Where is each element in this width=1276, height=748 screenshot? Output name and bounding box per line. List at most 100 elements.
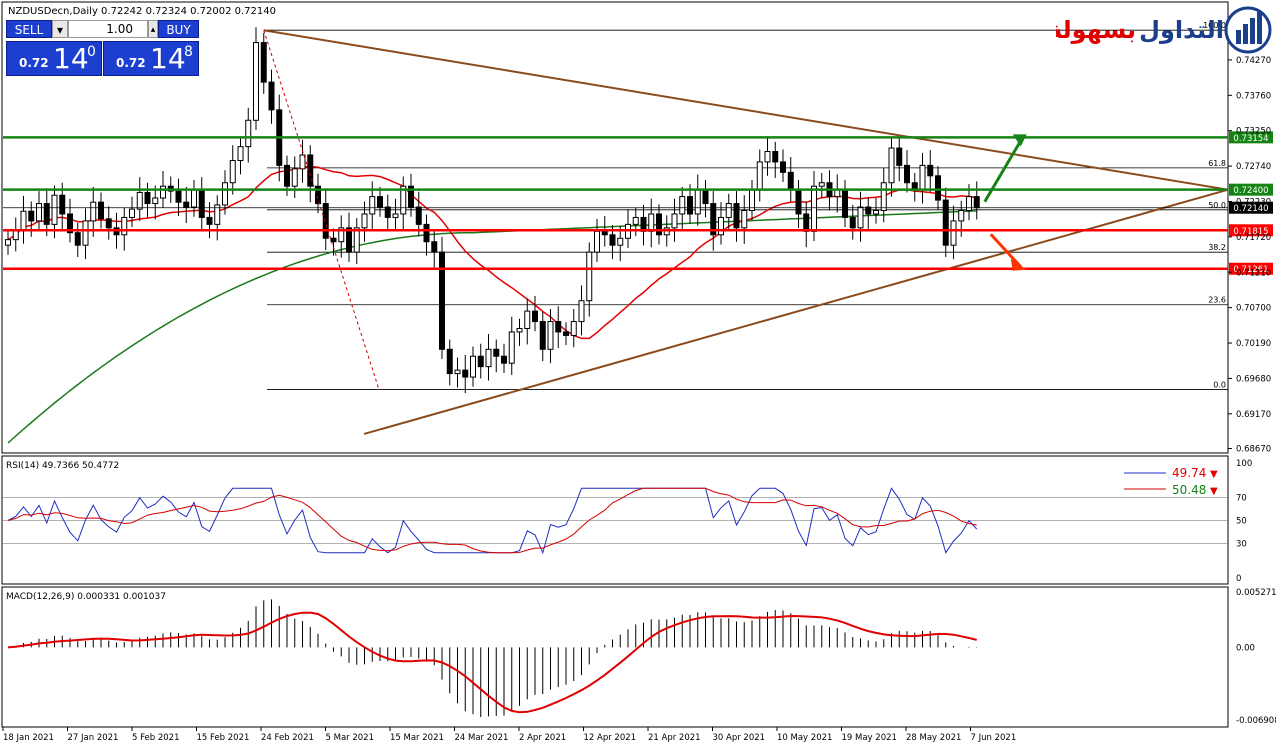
rsi-axis-label: 70 [1236,494,1247,504]
candle-bear [687,196,693,215]
candle-bull [586,251,593,302]
candle-bull [648,213,655,232]
time-tick-label: 15 Feb 2021 [197,733,250,743]
candle-bull [392,213,399,218]
candle-bear [942,199,949,246]
lot-increase-button[interactable]: ▴ [148,20,158,38]
rsi-axis-label: 100 [1236,459,1252,469]
macd-axis-label: -0.006908 [1236,716,1276,726]
candle-bear [105,218,112,229]
sell-price-box[interactable]: 0.72 14 0 [6,41,102,76]
candle-bear [183,201,190,208]
time-tick-label: 18 Jan 2021 [3,733,54,743]
candle-bear [563,331,569,336]
lot-decrease-button[interactable]: ▾ [52,20,68,38]
candle-bull [958,209,965,222]
candle-bull [570,321,577,336]
candle-bull [508,331,515,364]
price-tick-label: 0.73760 [1236,91,1271,101]
candle-bear [423,223,430,243]
candle-bull [51,194,58,225]
buy-price-pips: 14 [150,42,186,75]
candle-bull [237,146,244,162]
fib-label: 0.0 [1213,381,1226,390]
price-tick-label: 0.73250 [1236,127,1271,137]
candle-bull [152,197,159,205]
chart-canvas[interactable]: 100.061.850.038.223.60.0 0.731540.724000… [0,0,1276,748]
lot-size-value: 1.00 [106,22,133,36]
candle-bull [191,189,197,208]
candle-bull [229,160,236,184]
candle-bull [966,196,972,211]
candle-bear [780,161,786,173]
candle-bull [617,237,624,246]
price-tick-label: 0.70190 [1236,339,1271,349]
candle-bear [260,42,267,83]
candle-bull [516,327,523,333]
candle-bear [330,237,337,243]
candle-bull [160,185,166,199]
candle-bear [896,147,903,166]
candle-bear [935,175,941,201]
candle-bull [524,310,531,329]
time-tick-label: 12 Apr 2021 [584,733,637,743]
rsi-legend-blue-arrow: ▼ [1210,469,1218,480]
candle-bear [904,164,910,184]
candle-bear [415,206,422,225]
candle-bull [5,239,11,246]
candle-bull [725,203,732,218]
sell-price-fraction: 0 [87,44,96,60]
logo-chart-icon [1224,6,1272,54]
time-tick-label: 15 Mar 2021 [390,733,444,743]
candle-bull [741,209,748,229]
candle-bull [679,196,686,215]
candle-bear [74,232,81,246]
candle-bull [594,230,600,253]
brand-logo: التداول بسهولة [1048,4,1276,56]
rsi-axis-label: 30 [1236,540,1247,550]
time-tick-label: 30 Apr 2021 [713,733,766,743]
candle-bull [880,182,887,211]
candle-bull [136,191,143,210]
candle-bear [927,164,934,177]
price-tick-label: 0.71210 [1236,268,1271,278]
candle-bear [539,321,546,350]
candle-bear [532,310,538,323]
rsi-panel[interactable] [1,455,1229,585]
rsi-axis-label: 50 [1236,517,1247,527]
sell-button[interactable]: SELL [6,20,52,38]
time-tick-label: 24 Feb 2021 [261,733,314,743]
macd-panel[interactable] [1,586,1229,728]
time-tick-label: 5 Feb 2021 [132,733,180,743]
candle-bear [446,348,453,375]
time-tick-label: 27 Jan 2021 [68,733,119,743]
rsi-legend-red-value: 50.48 [1172,483,1206,497]
candle-bull [950,220,957,246]
candle-bear [501,355,507,364]
candle-bull [671,213,678,229]
candle-bear [555,321,562,333]
candle-bull [129,208,135,218]
candle-bull [291,168,298,187]
buy-button[interactable]: BUY [158,20,199,38]
rsi-legend-blue-value: 49.74 [1172,466,1206,480]
rsi-legend-red-arrow: ▼ [1210,486,1218,497]
candle-bull [632,216,639,225]
price-tick-label: 0.74270 [1236,56,1271,66]
candle-bear [803,213,810,232]
fib-label: 61.8 [1208,159,1226,168]
candle-bull [718,216,724,236]
candle-bear [322,203,329,239]
candle-bear [59,194,66,215]
candle-bull [764,151,771,163]
candle-bull [454,369,461,375]
candle-bear [284,164,290,187]
price-tick-label: 0.72740 [1236,162,1271,172]
candle-bear [842,189,848,218]
candle-bear [98,201,104,220]
candle-bull [90,201,97,222]
time-tick-label: 7 Jun 2021 [971,733,1017,743]
candle-bull [20,210,27,231]
buy-price-box[interactable]: 0.72 14 8 [103,41,199,76]
lot-size-input[interactable]: 1.00 [68,20,148,38]
